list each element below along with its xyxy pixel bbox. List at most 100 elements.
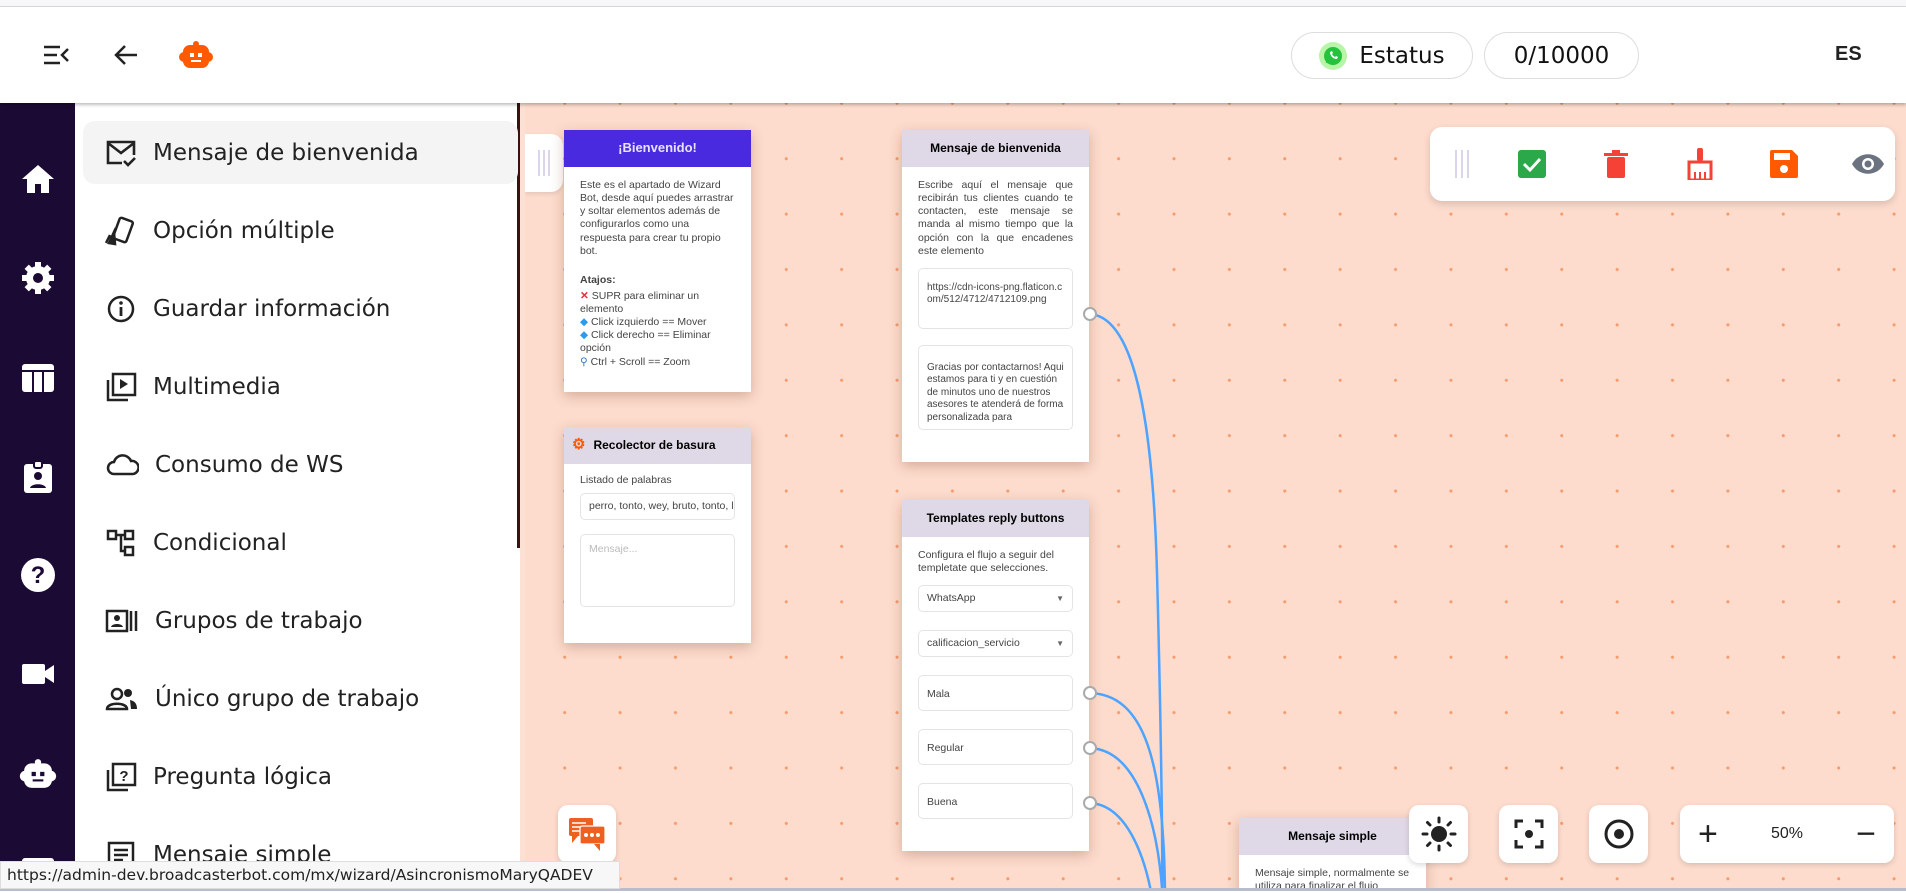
home-icon[interactable] — [18, 159, 58, 199]
browser-strip — [0, 0, 1906, 7]
zoom-level: 50% — [1770, 825, 1804, 842]
sun-icon — [1421, 816, 1456, 852]
card-title: ¡Bienvenido! — [564, 130, 751, 167]
back-arrow-icon[interactable] — [108, 37, 144, 73]
table-icon[interactable] — [18, 358, 58, 398]
video-library-icon — [106, 372, 137, 401]
quiz-icon: ? — [106, 762, 137, 791]
sidebar-item-unico-grupo[interactable]: Único grupo de trabajo — [83, 667, 518, 730]
zoom-out-icon[interactable]: − — [1856, 815, 1876, 854]
card-body: Mensaje simple, normalmente se utiliza p… — [1255, 867, 1410, 891]
card-body: Escribe aquí el mensaje que recibirán tu… — [918, 179, 1073, 257]
template-select[interactable]: calificacion_servicio ▼ — [918, 630, 1073, 658]
status-url: https://admin-dev.broadcasterbot.com/mx/… — [0, 861, 620, 889]
sidebar-item-guardar-informacion[interactable]: Guardar información — [83, 277, 518, 340]
channel-select[interactable]: WhatsApp ▼ — [918, 585, 1073, 613]
sidebar-item-grupos-trabajo[interactable]: Grupos de trabajo — [83, 589, 518, 652]
cards-icon — [105, 216, 135, 245]
card-title: Templates reply buttons — [902, 500, 1089, 537]
reply-button-option[interactable]: Buena — [918, 783, 1073, 820]
shortcut: Click derecho == Eliminar opción — [580, 329, 711, 355]
target-icon — [1604, 819, 1633, 849]
focus-icon — [1514, 819, 1543, 849]
shortcut: SUPR para eliminar un elemento — [580, 289, 700, 315]
message-textarea[interactable]: Gracias por contactarnos! Aqui estamos p… — [918, 344, 1073, 430]
sidebar-item-multimedia[interactable]: Multimedia — [83, 355, 518, 418]
check-box-icon — [1518, 150, 1546, 178]
output-port[interactable] — [1083, 307, 1097, 321]
reply-button-option[interactable]: Regular — [918, 729, 1073, 766]
nav-rail: ? — [0, 103, 75, 891]
shortcut: Ctrl + Scroll == Zoom — [590, 355, 691, 368]
floppy-icon — [1770, 150, 1798, 178]
reply-button-option[interactable]: Mala — [918, 675, 1073, 712]
badge-icon[interactable] — [18, 457, 58, 497]
counter-value: 0/10000 — [1513, 42, 1610, 69]
trash-icon — [1604, 150, 1628, 178]
simple-message-card[interactable]: Mensaje simple Mensaje simple, normalmen… — [1239, 818, 1426, 891]
welcome-message-card[interactable]: Mensaje de bienvenida Escribe aquí el me… — [902, 130, 1097, 462]
zoom-in-icon[interactable]: + — [1698, 815, 1718, 854]
info-icon — [107, 295, 135, 322]
clean-button[interactable] — [1680, 144, 1720, 184]
garbage-collector-card[interactable]: ⚙ Recolector de basura Listado de palabra… — [564, 427, 751, 643]
connector-line — [1087, 691, 1167, 891]
contacts-icon — [105, 609, 138, 632]
welcome-card[interactable]: ¡Bienvenido! Este es el apartado de Wiza… — [564, 130, 751, 392]
card-title: Recolector de basura — [593, 438, 716, 452]
words-label: Listado de palabras — [580, 474, 672, 486]
chat-bubbles-icon — [569, 818, 606, 851]
people-icon — [105, 687, 137, 710]
zoom-control: + 50% − — [1680, 805, 1894, 863]
image-url-input[interactable]: https://cdn-icons-png.flaticon.com/512/4… — [918, 267, 1073, 329]
status-button[interactable]: Estatus — [1291, 32, 1473, 79]
output-port[interactable] — [1083, 796, 1097, 810]
settings-icon[interactable] — [18, 258, 58, 298]
select-value: WhatsApp — [927, 592, 976, 605]
message-textarea[interactable]: Mensaje... — [580, 534, 735, 608]
video-icon[interactable] — [18, 654, 58, 694]
delete-button[interactable] — [1596, 144, 1636, 184]
dropdown-icon: ▼ — [1056, 593, 1064, 603]
status-label: Estatus — [1359, 42, 1445, 69]
center-button[interactable] — [1589, 805, 1648, 863]
magnifier-icon: ⚲ — [580, 355, 588, 368]
language-selector[interactable]: ES — [1835, 43, 1862, 66]
actions-toolbar — [1430, 127, 1895, 201]
card-title: Mensaje simple — [1239, 818, 1426, 855]
sidebar-item-pregunta-logica[interactable]: ? Pregunta lógica — [83, 745, 518, 808]
gear-icon: ⚙ — [572, 436, 586, 454]
sidebar-item-mensaje-bienvenida[interactable]: Mensaje de bienvenida — [83, 121, 518, 184]
svg-text:?: ? — [119, 768, 128, 785]
diamond-icon: ◆ — [580, 316, 589, 329]
eye-icon — [1852, 154, 1884, 174]
chat-button[interactable] — [558, 805, 616, 863]
robot-icon[interactable] — [18, 754, 58, 794]
help-icon[interactable]: ? — [18, 555, 58, 595]
preview-button[interactable] — [1848, 144, 1888, 184]
toolbar-drag-handle[interactable] — [1442, 144, 1482, 184]
card-title: Mensaje de bienvenida — [902, 130, 1089, 167]
sidebar-item-consumo-ws[interactable]: Consumo de WS — [83, 433, 518, 496]
theme-toggle-button[interactable] — [1409, 805, 1468, 863]
words-input[interactable]: perro, tonto, wey, bruto, tonto, l — [580, 493, 735, 521]
whatsapp-icon — [1319, 41, 1348, 70]
templates-reply-card[interactable]: Templates reply buttons Configura el flu… — [902, 500, 1097, 851]
menu-collapse-icon[interactable] — [38, 37, 74, 73]
sidebar-item-opcion-multiple[interactable]: Opción múltiple — [83, 199, 518, 262]
dropdown-icon: ▼ — [1056, 638, 1064, 648]
save-button[interactable] — [1764, 144, 1804, 184]
panel-toggle-handle[interactable] — [525, 134, 563, 192]
validate-button[interactable] — [1512, 144, 1552, 184]
output-port[interactable] — [1083, 741, 1097, 755]
flow-canvas[interactable]: ¡Bienvenido! Este es el apartado de Wiza… — [525, 103, 1906, 891]
output-port[interactable] — [1083, 686, 1097, 700]
drag-handle-icon — [538, 150, 550, 176]
cross-icon: ✕ — [580, 289, 589, 302]
fit-view-button[interactable] — [1499, 805, 1558, 863]
shortcut: Click izquierdo == Mover — [591, 316, 707, 329]
flow-icon — [106, 529, 135, 556]
sidebar-item-condicional[interactable]: Condicional — [83, 511, 518, 574]
robot-logo-icon[interactable] — [178, 37, 214, 73]
svg-text:?: ? — [31, 562, 46, 589]
